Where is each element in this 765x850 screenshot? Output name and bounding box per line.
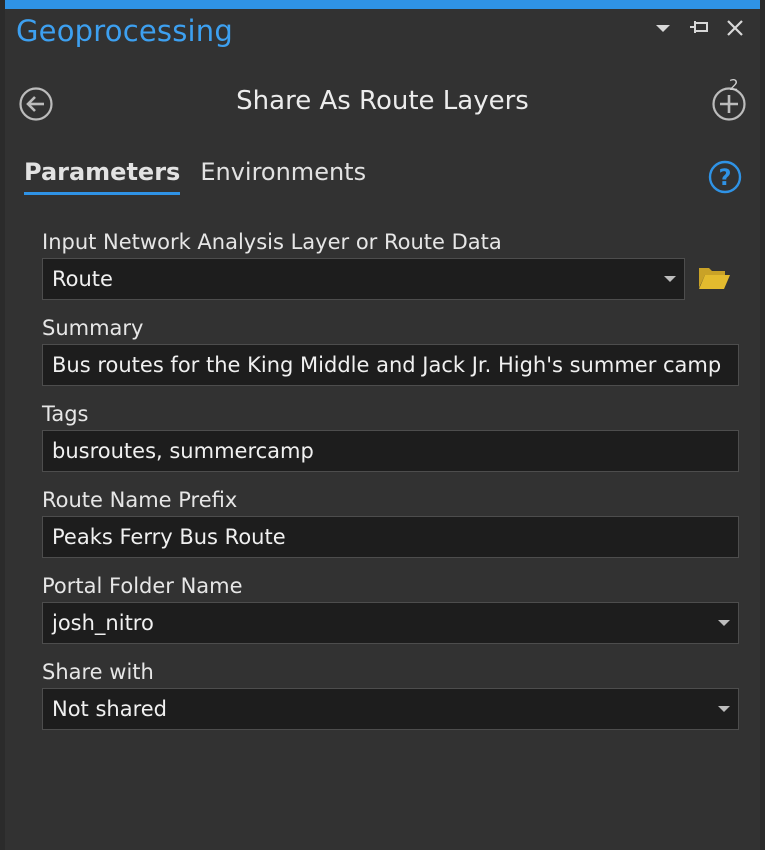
close-icon[interactable] (724, 14, 746, 42)
window-controls (652, 14, 746, 42)
chevron-down-icon (718, 620, 730, 626)
chevron-down-icon (664, 276, 676, 282)
tab-environments[interactable]: Environments (200, 158, 366, 195)
share-with-value: Not shared (52, 697, 168, 721)
share-with-label: Share with (42, 660, 154, 684)
add-count-badge: 2 (729, 76, 739, 94)
route-name-prefix-label: Route Name Prefix (42, 488, 238, 512)
route-name-prefix-input[interactable]: Peaks Ferry Bus Route (42, 516, 739, 558)
input-layer-dropdown[interactable]: Route (42, 258, 685, 300)
portal-folder-dropdown[interactable]: josh_nitro (42, 602, 739, 644)
input-layer-row: Route (42, 258, 739, 314)
input-layer-value: Route (52, 267, 113, 291)
pane-accent-bar (5, 0, 760, 9)
help-icon: ? (708, 160, 742, 194)
parameters-form: Input Network Analysis Layer or Route Da… (42, 228, 739, 744)
help-button[interactable]: ? (708, 160, 742, 194)
tags-input[interactable]: busroutes, summercamp (42, 430, 739, 472)
folder-open-icon (699, 268, 730, 289)
summary-label: Summary (42, 316, 144, 340)
tags-label: Tags (42, 402, 89, 426)
chevron-down-icon (718, 706, 730, 712)
tab-parameters[interactable]: Parameters (24, 158, 181, 195)
portal-folder-value: josh_nitro (52, 611, 154, 635)
input-layer-label: Input Network Analysis Layer or Route Da… (42, 230, 502, 254)
browse-button[interactable] (697, 264, 731, 292)
geoprocessing-pane: Geoprocessing Share As Route Layers 2 Pa… (0, 0, 765, 850)
portal-folder-label: Portal Folder Name (42, 574, 243, 598)
summary-input[interactable]: Bus routes for the King Middle and Jack … (42, 344, 739, 386)
pin-icon[interactable] (688, 14, 710, 42)
tab-bar: Parameters Environments (24, 158, 366, 195)
chevron-down-icon[interactable] (652, 14, 674, 42)
tool-title: Share As Route Layers (236, 86, 529, 116)
svg-text:?: ? (719, 166, 732, 191)
pane-title: Geoprocessing (16, 14, 233, 48)
share-with-dropdown[interactable]: Not shared (42, 688, 739, 730)
